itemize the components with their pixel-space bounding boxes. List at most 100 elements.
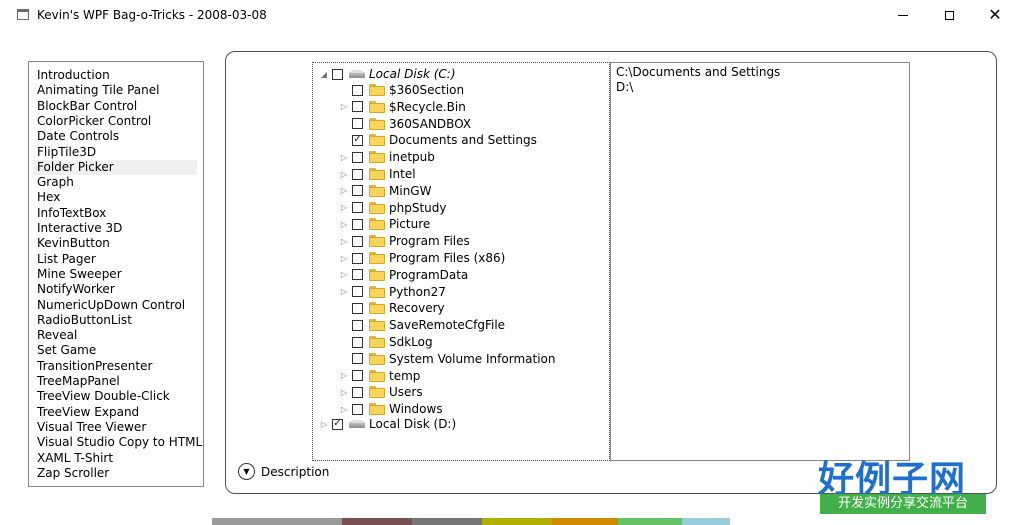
folder-icon [369, 252, 385, 264]
tree-item[interactable]: ▷ ✓ Local Disk (D:) [319, 416, 456, 432]
folder-checkbox[interactable]: ✓ [332, 418, 343, 430]
expand-arrow-icon[interactable]: ▷ [339, 267, 349, 283]
demo-list-item[interactable]: Animating Tile Panel [37, 83, 159, 98]
selected-path-item[interactable]: C:\Documents and Settings [616, 65, 780, 80]
expand-arrow-icon[interactable]: ▷ [339, 284, 349, 300]
tree-item[interactable]: ▷ temp [339, 368, 420, 384]
expand-arrow-icon[interactable]: ▷ [339, 166, 349, 182]
demo-list-item[interactable]: Hex [37, 190, 60, 205]
expand-arrow-icon[interactable]: ▷ [339, 250, 349, 266]
folder-checkbox[interactable] [352, 319, 363, 331]
tree-item[interactable]: ▷ Program Files [339, 233, 470, 249]
demo-list-item[interactable]: Graph [37, 175, 74, 190]
folder-checkbox[interactable] [352, 252, 363, 264]
minimize-button[interactable] [880, 0, 926, 30]
tree-item[interactable]: ▷Recovery [339, 300, 445, 316]
close-button[interactable]: ✕ [972, 0, 1018, 30]
expand-arrow-icon[interactable]: ▷ [319, 416, 329, 432]
demo-list-item[interactable]: NotifyWorker [37, 282, 115, 297]
tree-item-label: $Recycle.Bin [389, 99, 466, 114]
tree-item[interactable]: ▷ Windows [339, 401, 443, 417]
demo-list-item[interactable]: KevinButton [37, 236, 110, 251]
demo-list-item[interactable]: Visual Tree Viewer [37, 420, 146, 435]
demo-list-item[interactable]: Mine Sweeper [37, 267, 122, 282]
tree-item[interactable]: ▷ Picture [339, 216, 430, 232]
expand-arrow-icon[interactable]: ▷ [339, 149, 349, 165]
folder-checkbox[interactable] [352, 370, 363, 382]
demo-list-item[interactable]: Date Controls [37, 129, 119, 144]
maximize-button[interactable] [926, 0, 972, 30]
folder-checkbox[interactable] [352, 302, 363, 314]
folder-checkbox[interactable] [332, 68, 343, 80]
selected-path-item[interactable]: D:\ [616, 80, 633, 95]
folder-checkbox[interactable] [352, 84, 363, 96]
folder-checkbox[interactable] [352, 168, 363, 180]
tree-item[interactable]: ▷ $Recycle.Bin [339, 99, 466, 115]
expand-arrow-icon[interactable]: ▷ [339, 200, 349, 216]
folder-checkbox[interactable] [352, 286, 363, 298]
demo-list-item[interactable]: Reveal [37, 328, 77, 343]
demo-list[interactable]: Introduction Animating Tile Panel BlockBar… [28, 61, 204, 487]
demo-list-item[interactable]: Zap Scroller [37, 466, 109, 481]
tree-item[interactable]: ▷✓Documents and Settings [339, 132, 537, 148]
expanded-arrow-icon[interactable]: ◢ [319, 66, 329, 82]
demo-list-item[interactable]: InfoTextBox [37, 206, 106, 221]
demo-list-item[interactable]: List Pager [37, 252, 96, 267]
demo-list-item[interactable]: TreeMapPanel [37, 374, 120, 389]
demo-list-item[interactable]: ColorPicker Control [37, 114, 151, 129]
demo-list-item[interactable]: RadioButtonList [37, 313, 132, 328]
folder-tree[interactable]: ◢Local Disk (C:)▷$360Section▷$Recycle.Bi… [312, 62, 610, 461]
tree-item[interactable]: ▷ inetpub [339, 149, 435, 165]
demo-list-item[interactable]: Folder Picker [33, 159, 197, 175]
expand-arrow-icon[interactable]: ▷ [339, 368, 349, 384]
tree-item[interactable]: ▷SaveRemoteCfgFile [339, 317, 505, 333]
expand-arrow-icon[interactable]: ▷ [339, 384, 349, 400]
folder-icon [369, 302, 385, 315]
folder-checkbox[interactable] [352, 269, 363, 281]
tree-item[interactable]: ▷ Python27 [339, 284, 446, 300]
tree-item[interactable]: ◢ Local Disk (C:) [319, 66, 456, 82]
folder-checkbox[interactable]: ✓ [352, 134, 363, 146]
expand-arrow-icon[interactable]: ▷ [339, 99, 349, 115]
expand-arrow-icon[interactable]: ▷ [339, 216, 349, 232]
folder-checkbox[interactable] [352, 386, 363, 398]
tree-item[interactable]: ▷$360Section [339, 82, 464, 98]
demo-list-item[interactable]: FlipTile3D [37, 145, 96, 160]
tree-item[interactable]: ▷SdkLog [339, 334, 433, 350]
description-expander[interactable]: ▼ Description [238, 463, 329, 480]
tree-item-label: 360SANDBOX [389, 116, 472, 131]
demo-list-item[interactable]: XAML T-Shirt [37, 451, 113, 466]
demo-list-item[interactable]: BlockBar Control [37, 99, 137, 114]
folder-checkbox[interactable] [352, 336, 363, 348]
expand-arrow-icon[interactable]: ▷ [339, 183, 349, 199]
selected-paths-list[interactable]: C:\Documents and Settings D:\ [610, 62, 910, 461]
tree-item[interactable]: ▷ Intel [339, 166, 416, 182]
folder-checkbox[interactable] [352, 151, 363, 163]
tree-item[interactable]: ▷ Program Files (x86) [339, 250, 505, 266]
demo-list-item[interactable]: TreeView Double-Click [37, 389, 170, 404]
tree-item[interactable]: ▷ Users [339, 384, 423, 400]
demo-list-item[interactable]: TreeView Expand [37, 405, 139, 420]
demo-list-item[interactable]: Set Game [37, 343, 96, 358]
folder-checkbox[interactable] [352, 185, 363, 197]
tree-item[interactable]: ▷System Volume Information [339, 351, 555, 367]
demo-list-item[interactable]: NumericUpDown Control [37, 298, 185, 313]
expand-arrow-icon[interactable]: ▷ [339, 233, 349, 249]
folder-checkbox[interactable] [352, 235, 363, 247]
chevron-down-icon[interactable]: ▼ [238, 463, 255, 480]
demo-list-item[interactable]: TransitionPresenter [37, 359, 152, 374]
folder-checkbox[interactable] [352, 353, 363, 365]
demo-list-item[interactable]: Visual Studio Copy to HTML [37, 435, 202, 450]
tree-item[interactable]: ▷360SANDBOX [339, 116, 471, 132]
expand-arrow-icon[interactable]: ▷ [339, 401, 349, 417]
tree-item[interactable]: ▷ ProgramData [339, 267, 468, 283]
folder-checkbox[interactable] [352, 118, 363, 130]
demo-list-item[interactable]: Interactive 3D [37, 221, 122, 236]
folder-checkbox[interactable] [352, 202, 363, 214]
tree-item[interactable]: ▷ phpStudy [339, 200, 447, 216]
folder-checkbox[interactable] [352, 101, 363, 113]
tree-item[interactable]: ▷ MinGW [339, 183, 432, 199]
demo-list-item[interactable]: Introduction [37, 68, 110, 83]
folder-checkbox[interactable] [352, 218, 363, 230]
folder-checkbox[interactable] [352, 403, 363, 415]
